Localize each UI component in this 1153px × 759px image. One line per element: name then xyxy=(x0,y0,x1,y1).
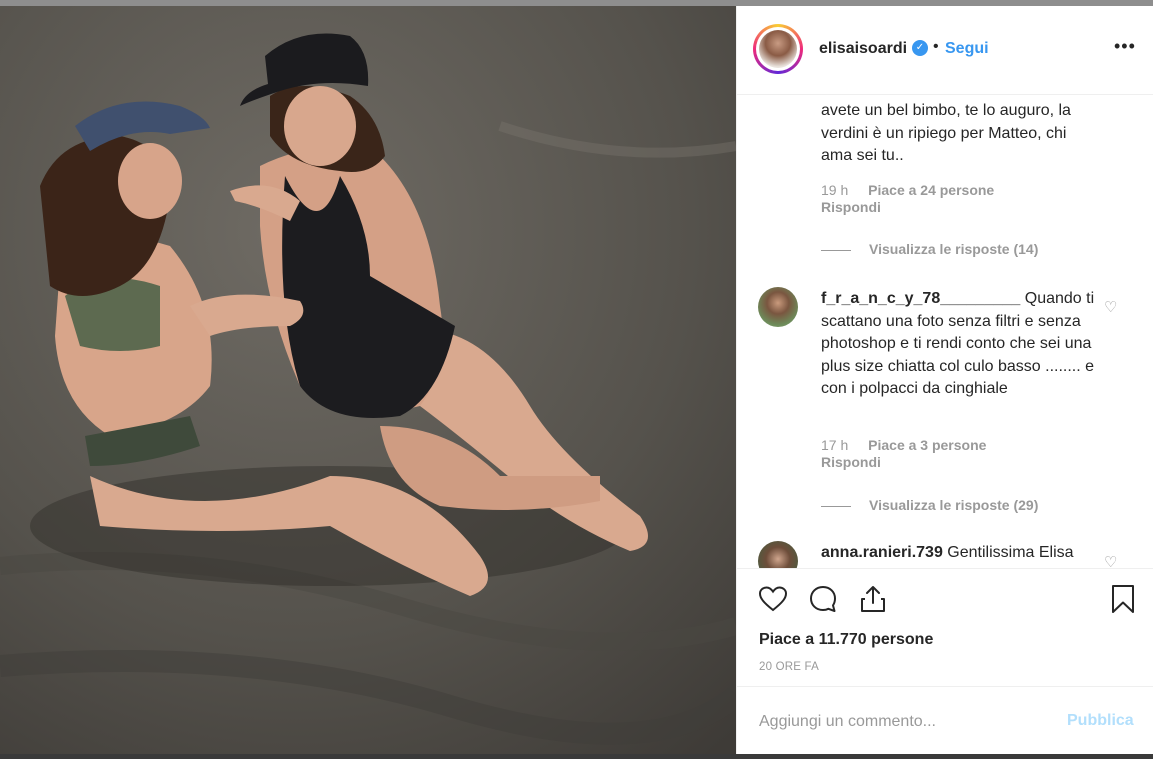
post-header: elisaisoardi ✓ • Segui ••• xyxy=(737,6,1153,95)
post-timestamp: 20 ORE FA xyxy=(759,661,819,673)
comment-like-heart-icon[interactable]: ♡ xyxy=(1104,553,1117,568)
comment-likes[interactable]: Piace a 24 persone xyxy=(868,182,994,198)
verified-badge-icon: ✓ xyxy=(912,40,928,56)
more-options-icon[interactable]: ••• xyxy=(1114,36,1136,57)
heart-icon[interactable] xyxy=(757,583,789,615)
commenter-avatar[interactable] xyxy=(758,287,798,327)
comment-text: avete un bel bimbo, te lo auguro, la ver… xyxy=(821,102,1071,164)
publish-button[interactable]: Pubblica xyxy=(1067,712,1134,730)
reply-button[interactable]: Rispondi xyxy=(821,454,881,470)
reply-button[interactable]: Rispondi xyxy=(821,199,881,215)
post-photo[interactable] xyxy=(0,6,736,754)
view-replies-button[interactable]: Visualizza le risposte (29) xyxy=(821,497,1038,513)
comment-time: 17 h xyxy=(821,437,849,453)
commenter-avatar[interactable] xyxy=(758,541,798,568)
replies-line xyxy=(821,249,851,251)
follow-button[interactable]: Segui xyxy=(945,40,989,58)
avatar[interactable] xyxy=(753,24,803,74)
comment-meta: 19 h Piace a 24 persone xyxy=(821,182,994,198)
comment-like-heart-icon[interactable]: ♡ xyxy=(1104,298,1117,316)
share-icon[interactable] xyxy=(857,583,889,615)
comment-icon[interactable] xyxy=(807,583,839,615)
comments-list[interactable]: avete un bel bimbo, te lo auguro, la ver… xyxy=(737,95,1153,568)
comment-meta: 17 h Piace a 3 persone xyxy=(821,437,986,453)
username-link[interactable]: elisaisoardi xyxy=(819,40,907,58)
bookmark-icon[interactable] xyxy=(1107,583,1139,615)
comment-text: anna.ranieri.739 Gentilissima Elisa xyxy=(821,544,1074,561)
separator-dot: • xyxy=(933,38,939,55)
comment-username[interactable]: f_r_a_n_c_y_78_________ xyxy=(821,290,1020,307)
view-replies-button[interactable]: Visualizza le risposte (14) xyxy=(821,241,1038,257)
post-actions: Piace a 11.770 persone 20 ORE FA xyxy=(737,568,1153,686)
comment-time: 19 h xyxy=(821,182,849,198)
bottom-strip xyxy=(0,754,1153,759)
beach-photo xyxy=(0,6,736,754)
comment-text: f_r_a_n_c_y_78_________ Quando ti scatta… xyxy=(821,290,1095,397)
comment-username[interactable]: anna.ranieri.739 xyxy=(821,544,943,561)
post-side-panel: elisaisoardi ✓ • Segui ••• avete un bel … xyxy=(736,6,1153,754)
add-comment-bar: Pubblica xyxy=(737,686,1153,754)
comment-likes[interactable]: Piace a 3 persone xyxy=(868,437,986,453)
profile-picture xyxy=(759,30,797,68)
comment-input[interactable] xyxy=(757,709,1061,735)
likes-count[interactable]: Piace a 11.770 persone xyxy=(759,631,933,649)
replies-line xyxy=(821,505,851,507)
